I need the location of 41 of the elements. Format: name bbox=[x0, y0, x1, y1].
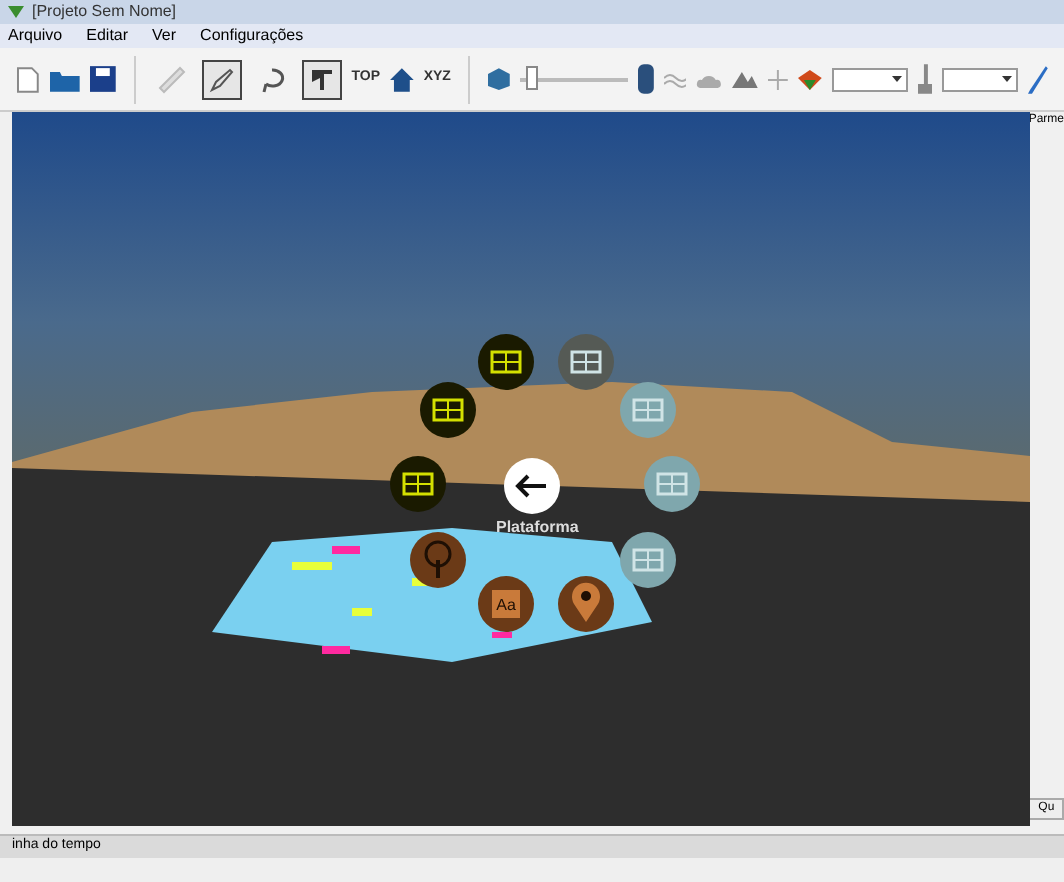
dropdown[interactable] bbox=[831, 67, 908, 91]
thumbnail-menu-item[interactable] bbox=[619, 382, 676, 438]
thumbnail-menu-item[interactable] bbox=[643, 456, 700, 512]
mountains-icon bbox=[732, 70, 759, 88]
radial-menu-label: Plataforma bbox=[495, 516, 579, 540]
thumbnail-menu-item[interactable] bbox=[477, 334, 534, 390]
menu-item[interactable]: Arquivo bbox=[8, 24, 63, 48]
pin-menu-item[interactable] bbox=[557, 576, 614, 632]
window-title: [Projeto Sem Nome] bbox=[32, 0, 177, 24]
tool-button[interactable] bbox=[301, 59, 342, 99]
3d-viewport[interactable]: Plataforma Aa bbox=[11, 112, 1027, 826]
dropdown[interactable] bbox=[942, 67, 1019, 91]
menu-item[interactable]: Configurações bbox=[200, 24, 304, 48]
caret-icon bbox=[1002, 76, 1013, 82]
pencil-icon bbox=[206, 63, 239, 95]
menu-item[interactable]: Ver bbox=[152, 24, 177, 48]
tower-icon bbox=[917, 64, 933, 94]
ruler-icon bbox=[156, 63, 189, 95]
terrain-color-icon bbox=[798, 69, 822, 89]
waves-icon bbox=[663, 71, 687, 87]
tool-button[interactable] bbox=[202, 59, 243, 99]
thumbnail-menu-item[interactable] bbox=[619, 532, 676, 588]
back-button[interactable] bbox=[503, 458, 560, 514]
sparkle-icon bbox=[768, 69, 789, 89]
thumbnail-menu-item[interactable] bbox=[419, 382, 476, 438]
slider-thumb[interactable] bbox=[525, 65, 538, 89]
save-icon[interactable] bbox=[89, 66, 116, 92]
new-document-icon[interactable] bbox=[16, 65, 40, 93]
thumbnail-menu-item[interactable] bbox=[389, 456, 446, 512]
cloud-icon bbox=[696, 71, 723, 87]
cube-icon bbox=[488, 68, 511, 90]
tree-menu-item[interactable] bbox=[409, 532, 466, 588]
caret-icon bbox=[891, 76, 902, 82]
menu-item[interactable]: Editar bbox=[86, 24, 129, 48]
app-icon bbox=[8, 4, 24, 20]
cylinder-icon bbox=[637, 64, 654, 94]
home-icon[interactable] bbox=[389, 67, 414, 91]
text-menu-item[interactable]: Aa bbox=[477, 576, 534, 632]
thumbnail-menu-item[interactable] bbox=[557, 334, 614, 390]
pen-icon[interactable] bbox=[1028, 65, 1048, 93]
folder-icon[interactable] bbox=[49, 67, 80, 91]
